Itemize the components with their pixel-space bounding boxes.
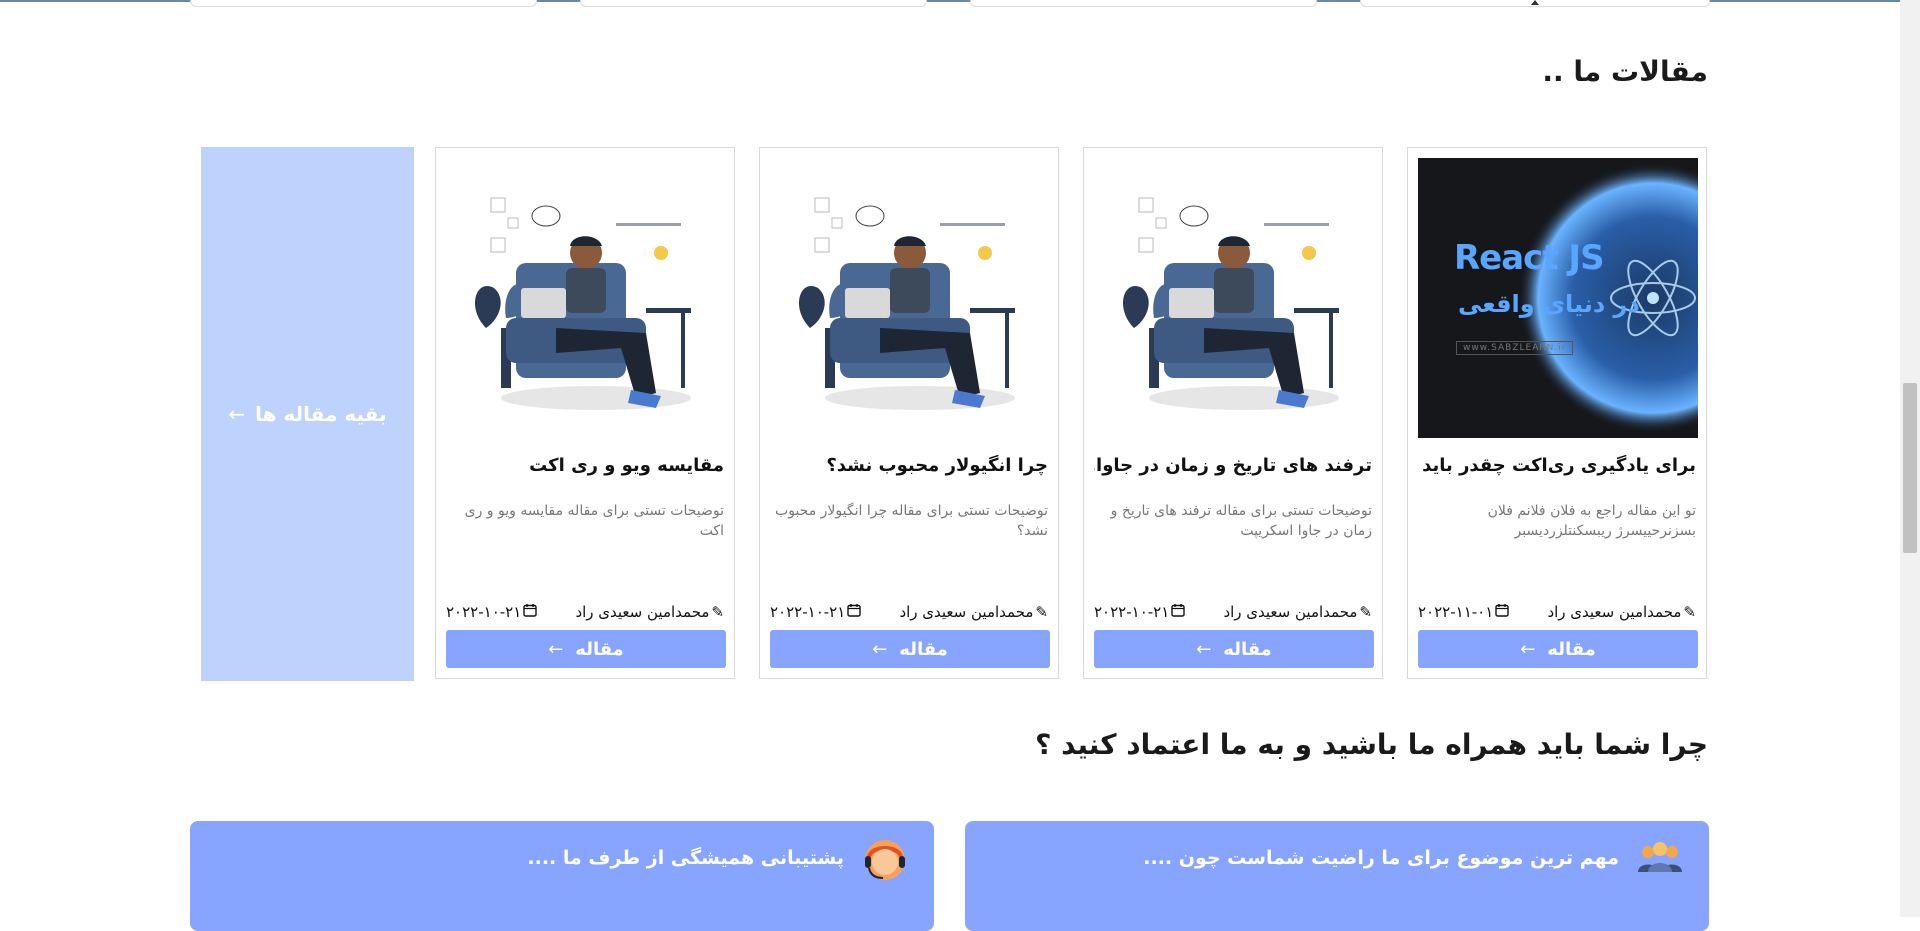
read-article-button[interactable]: مقاله ← — [1094, 630, 1374, 668]
article-date: ۲۰۲۲-۱۰-۲۱ — [1094, 603, 1170, 621]
previous-section-card — [580, 0, 927, 7]
article-date: ۲۰۲۲-۱۱-۰۱ — [1418, 603, 1494, 621]
article-author: محمدامین سعیدی راد — [899, 603, 1034, 621]
feature-text: مهم ترین موضوع برای ما راضیت شماست چون .… — [1143, 847, 1619, 869]
pencil-icon: ✎ — [1035, 603, 1048, 621]
trust-section-title: چرا شما باید همراه ما باشید و به ما اعتم… — [1035, 728, 1708, 761]
previous-section-card — [970, 0, 1317, 7]
team-icon — [1636, 836, 1684, 884]
thumbnail-footer: www.SABZLEARN.ir — [1456, 341, 1574, 355]
article-title[interactable]: ترفند های تاریخ و زمان در جاوا... — [1094, 455, 1372, 476]
article-card: ترفند های تاریخ و زمان در جاوا... توضیحا… — [1083, 147, 1383, 679]
feature-text: پشتیبانی همیشگی از طرف ما .... — [527, 847, 844, 869]
read-article-label: مقاله — [1547, 638, 1596, 660]
scrollbar-thumb[interactable] — [1903, 383, 1917, 553]
developer-illustration-icon — [446, 158, 726, 438]
article-title[interactable]: مقایسه ویو و ری اکت — [446, 455, 724, 476]
arrow-left-icon: ← — [872, 638, 888, 660]
article-meta: ✎ محمدامین سعیدی راد ۲۰۲۲-۱۰-۲۱ — [446, 603, 724, 621]
arrow-left-icon: ← — [228, 402, 246, 426]
article-thumbnail[interactable] — [770, 158, 1050, 438]
article-date: ۲۰۲۲-۱۰-۲۱ — [770, 603, 846, 621]
arrow-left-icon: ← — [1196, 638, 1212, 660]
arrow-left-icon: ← — [548, 638, 564, 660]
articles-section-title: مقالات ما .. — [1542, 55, 1708, 88]
previous-section-card — [190, 0, 537, 7]
calendar-icon — [847, 603, 861, 621]
article-thumbnail[interactable] — [1094, 158, 1374, 438]
read-article-label: مقاله — [1223, 638, 1272, 660]
article-description: توضیحات تستی برای مقاله مقایسه ویو و ری … — [464, 503, 724, 539]
read-article-label: مقاله — [899, 638, 948, 660]
article-thumbnail[interactable]: React JS در دنیای واقعی www.SABZLEARN.ir — [1418, 158, 1698, 438]
pencil-icon: ✎ — [711, 603, 724, 621]
read-article-label: مقاله — [575, 638, 624, 660]
thumbnail-title: React JS — [1454, 238, 1605, 278]
developer-illustration-icon — [770, 158, 1050, 438]
article-author: محمدامین سعیدی راد — [1223, 603, 1358, 621]
article-meta: ✎ محمدامین سعیدی راد ۲۰۲۲-۱۰-۲۱ — [770, 603, 1048, 621]
article-title[interactable]: برای یادگیری ری‌اکت چقدر باید ج... — [1418, 455, 1696, 476]
article-title[interactable]: چرا انگیولار محبوب نشد؟ — [770, 455, 1048, 476]
read-article-button[interactable]: مقاله ← — [446, 630, 726, 668]
article-author: محمدامین سعیدی راد — [1547, 603, 1682, 621]
calendar-icon — [523, 603, 537, 621]
page-scrollbar[interactable] — [1900, 0, 1920, 917]
pencil-icon: ✎ — [1683, 603, 1696, 621]
feature-card: پشتیبانی همیشگی از طرف ما .... — [190, 821, 934, 931]
arrow-left-icon: ← — [1520, 638, 1536, 660]
article-card: چرا انگیولار محبوب نشد؟ توضیحات تستی برا… — [759, 147, 1059, 679]
article-description: توضیحات تستی برای مقاله ترفند های تاریخ … — [1110, 503, 1372, 539]
calendar-icon — [1171, 603, 1185, 621]
article-thumbnail[interactable] — [446, 158, 726, 438]
article-description: تو این مقاله راجع به فلان فلانم فلان بسز… — [1487, 503, 1696, 539]
article-date: ۲۰۲۲-۱۰-۲۱ — [446, 603, 522, 621]
support-agent-icon — [861, 836, 909, 884]
feature-card: مهم ترین موضوع برای ما راضیت شماست چون .… — [965, 821, 1709, 931]
pencil-icon: ✎ — [1359, 603, 1372, 621]
calendar-icon — [1495, 603, 1509, 621]
previous-section-card — [1360, 0, 1710, 7]
thumbnail-subtitle: در دنیای واقعی — [1458, 290, 1640, 318]
more-articles-button[interactable]: بقیه مقاله ها ← — [201, 147, 414, 681]
read-article-button[interactable]: مقاله ← — [1418, 630, 1698, 668]
article-card: مقایسه ویو و ری اکت توضیحات تستی برای مق… — [435, 147, 735, 679]
article-card: React JS در دنیای واقعی www.SABZLEARN.ir… — [1407, 147, 1707, 679]
article-author: محمدامین سعیدی راد — [575, 603, 710, 621]
read-article-button[interactable]: مقاله ← — [770, 630, 1050, 668]
article-meta: ✎ محمدامین سعیدی راد ۲۰۲۲-۱۱-۰۱ — [1418, 603, 1696, 621]
article-description: توضیحات تستی برای مقاله چرا انگیولار محب… — [775, 503, 1048, 539]
article-meta: ✎ محمدامین سعیدی راد ۲۰۲۲-۱۰-۲۱ — [1094, 603, 1372, 621]
developer-illustration-icon — [1094, 158, 1374, 438]
more-articles-label: بقیه مقاله ها — [255, 402, 387, 426]
